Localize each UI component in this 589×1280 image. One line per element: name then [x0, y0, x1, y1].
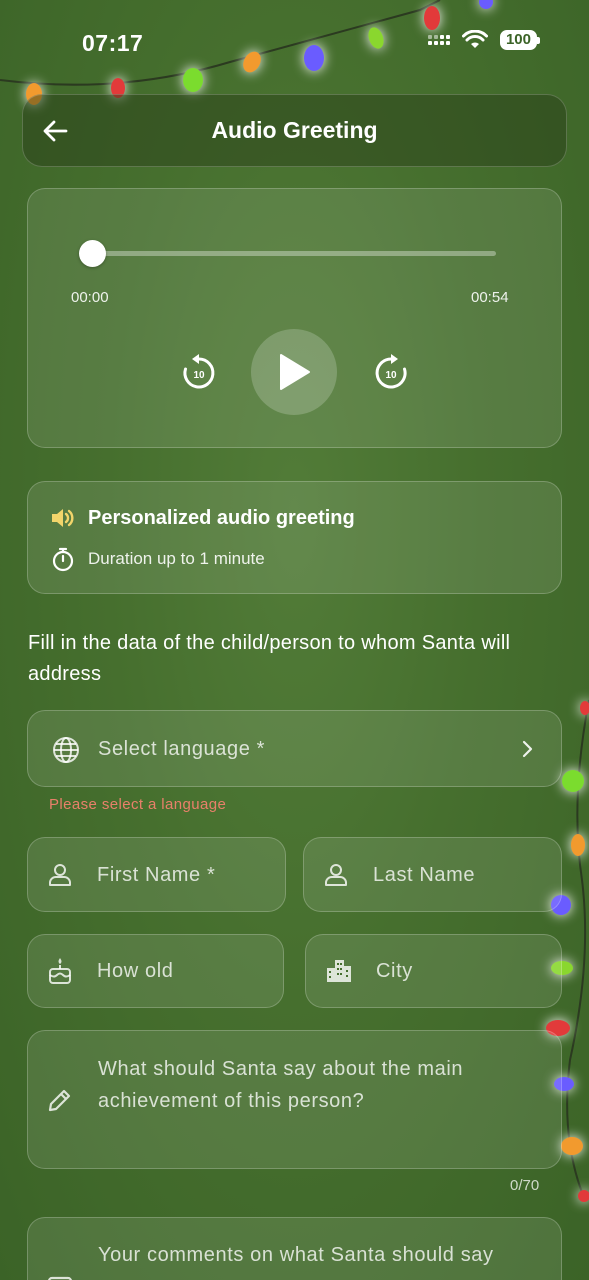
play-icon [280, 354, 310, 390]
rewind-10-button[interactable]: 10 [180, 353, 218, 391]
city-field[interactable]: City [305, 934, 562, 1008]
cellular-signal-icon [427, 35, 450, 45]
stopwatch-icon [51, 546, 75, 577]
status-icons: 100 [427, 30, 541, 50]
age-placeholder: How old [97, 960, 174, 982]
birthday-cake-icon [49, 958, 71, 984]
progress-track[interactable] [92, 251, 496, 256]
achievement-textarea[interactable]: What should Santa say about the main ach… [27, 1030, 562, 1169]
language-select[interactable]: Select language * [27, 710, 562, 787]
first-name-field[interactable]: First Name * [27, 837, 286, 912]
comment-icon [48, 1276, 72, 1280]
forward-10-icon: 10 [375, 354, 407, 389]
battery-indicator: 100 [499, 30, 541, 50]
last-name-placeholder: Last Name [373, 864, 476, 886]
play-button[interactable] [251, 329, 337, 415]
greeting-title: Personalized audio greeting [88, 507, 355, 529]
form-instructions: Fill in the data of the child/person to … [28, 632, 511, 685]
wifi-icon [461, 30, 488, 48]
city-placeholder: City [376, 960, 413, 982]
person-icon [325, 864, 347, 886]
greeting-info-card [27, 481, 562, 594]
speaker-icon [50, 506, 76, 535]
comments-textarea[interactable]: Your comments on what Santa should say [27, 1217, 562, 1280]
age-field[interactable]: How old [27, 934, 284, 1008]
achievement-placeholder: What should Santa say about the main ach… [98, 1058, 464, 1112]
current-time: 00:00 [71, 289, 109, 306]
svg-text:10: 10 [385, 370, 397, 381]
total-time: 00:54 [471, 289, 509, 306]
chevron-right-icon [522, 740, 533, 758]
svg-text:10: 10 [193, 370, 205, 381]
first-name-placeholder: First Name * [97, 864, 216, 886]
page-title: Audio Greeting [211, 117, 378, 143]
city-buildings-icon [327, 960, 351, 982]
status-time: 07:17 [82, 30, 144, 56]
globe-icon [53, 737, 79, 763]
last-name-field[interactable]: Last Name [303, 837, 562, 912]
language-error: Please select a language [49, 796, 227, 813]
achievement-counter: 0/70 [510, 1177, 540, 1194]
pencil-icon [48, 1089, 71, 1112]
comments-placeholder: Your comments on what Santa should say [98, 1244, 494, 1266]
greeting-duration: Duration up to 1 minute [88, 549, 265, 568]
language-placeholder: Select language * [98, 738, 265, 760]
progress-thumb[interactable] [79, 240, 106, 267]
rewind-10-icon: 10 [183, 354, 215, 389]
forward-10-button[interactable]: 10 [372, 353, 410, 391]
person-icon [49, 864, 71, 886]
